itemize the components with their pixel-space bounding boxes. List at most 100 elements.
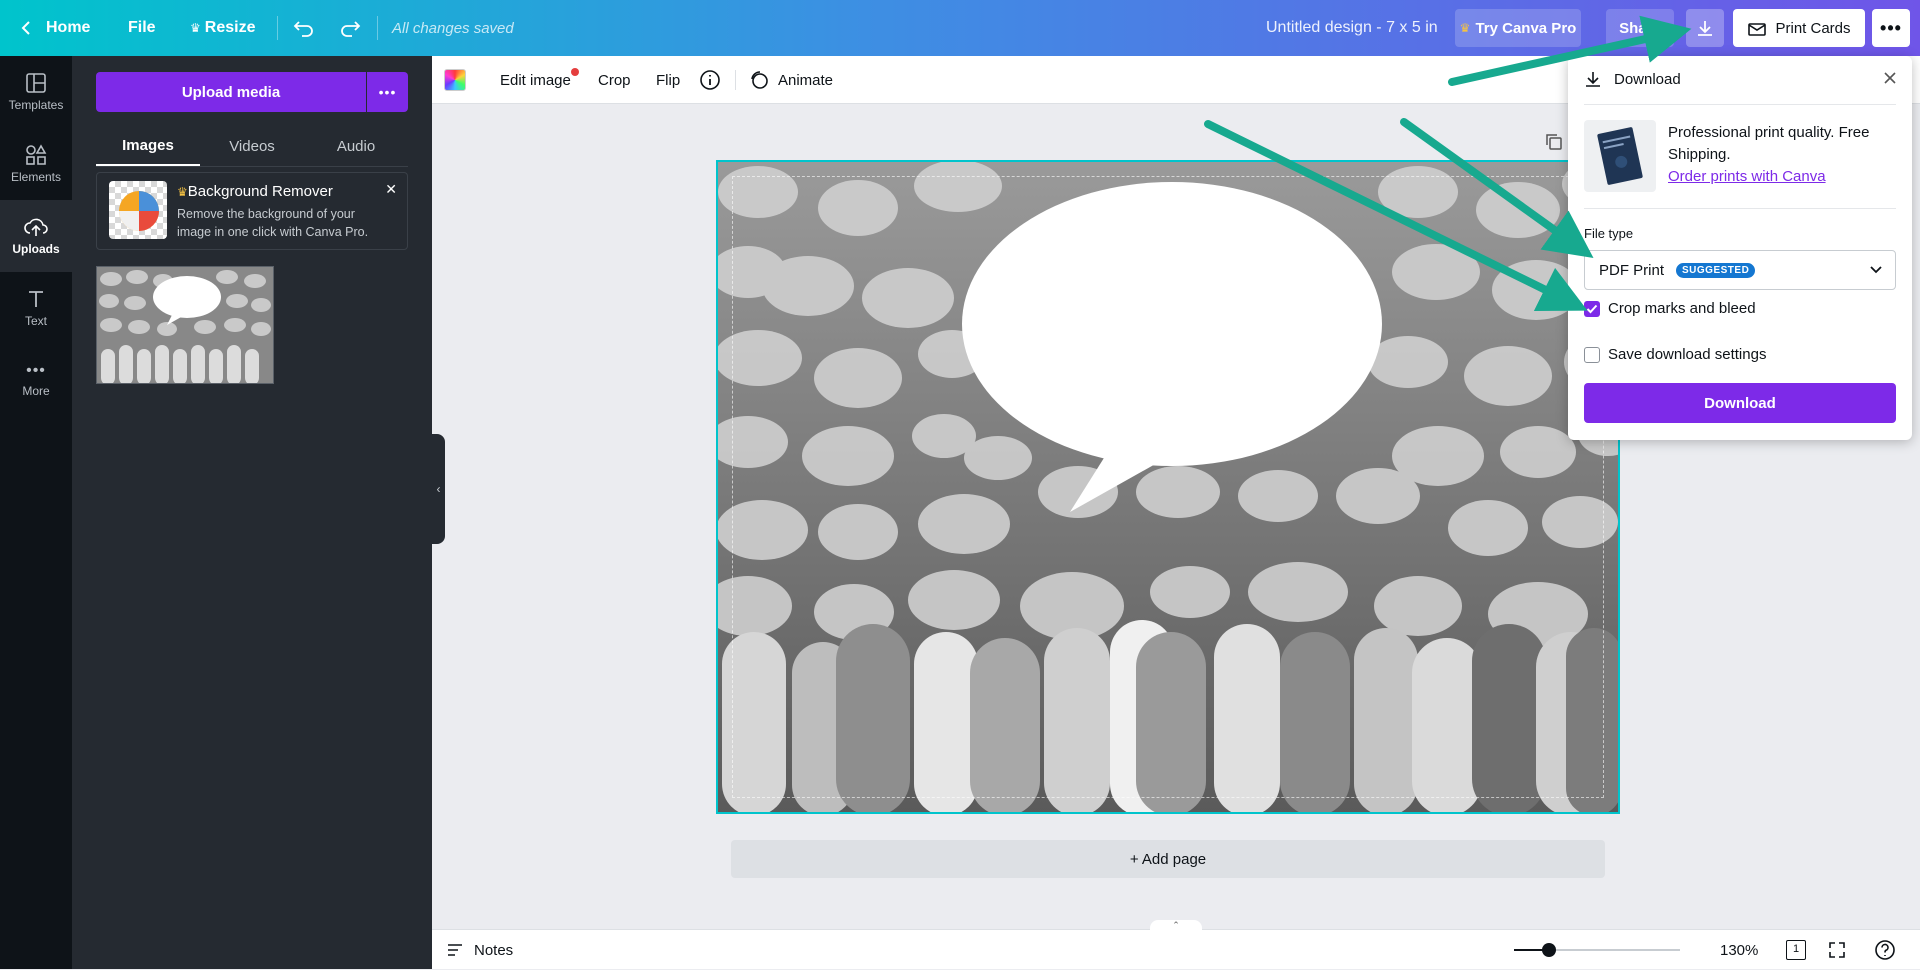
background-remover-promo[interactable]: ♛Background Remover Remove the backgroun… (96, 172, 408, 250)
undo-icon (293, 21, 313, 37)
rail-item-uploads[interactable]: Uploads (0, 200, 72, 272)
chevron-down-icon (1870, 266, 1882, 274)
download-button[interactable] (1686, 9, 1724, 47)
print-promo: Professional print quality. Free Shippin… (1668, 122, 1898, 188)
print-envelope-icon (1748, 23, 1767, 36)
uploads-panel: Upload media ••• Images Videos Audio ♛Ba… (72, 56, 432, 969)
crop-marks-checkbox[interactable] (1584, 301, 1600, 317)
color-swatch-icon (444, 69, 466, 91)
more-dots-icon: ••• (1880, 17, 1902, 38)
redo-button[interactable] (339, 0, 361, 56)
download-panel: Download Professional print quality. Fre… (1568, 56, 1912, 440)
close-icon[interactable] (1882, 70, 1898, 91)
promo-title: ♛Background Remover (177, 183, 333, 200)
chevron-left-icon (21, 21, 30, 35)
rail-label: Uploads (12, 242, 60, 256)
divider (277, 16, 278, 40)
pages-icon: 1 (1786, 940, 1806, 960)
tab-videos[interactable]: Videos (200, 126, 304, 166)
collapse-panel-handle[interactable]: ‹ (432, 434, 445, 544)
animate-button[interactable]: Animate (748, 56, 833, 104)
rail-item-text[interactable]: Text (0, 272, 72, 344)
download-panel-header: Download (1584, 70, 1681, 88)
upload-more-button[interactable]: ••• (367, 72, 408, 112)
download-submit-button[interactable]: Download (1584, 383, 1896, 423)
crop-button[interactable]: Crop (598, 56, 631, 104)
templates-icon (26, 73, 46, 93)
animate-label: Animate (778, 71, 834, 89)
text-icon (29, 291, 43, 307)
edit-image-label: Edit image (500, 71, 571, 89)
copy-page-icon[interactable] (1544, 132, 1564, 157)
home-button[interactable]: Home (20, 0, 90, 56)
tab-audio[interactable]: Audio (304, 126, 408, 166)
try-pro-label: Try Canva Pro (1475, 19, 1577, 37)
upload-media-button[interactable]: Upload media (96, 72, 366, 112)
rail-label: More (22, 384, 50, 398)
animate-icon (751, 71, 768, 89)
scroll-up-handle[interactable]: ⌃ (1150, 920, 1202, 932)
notification-dot-icon (570, 68, 579, 76)
help-icon (1875, 940, 1895, 960)
more-options-button[interactable]: ••• (1872, 9, 1910, 47)
rail-item-elements[interactable]: Elements (0, 128, 72, 200)
divider (1584, 208, 1896, 209)
uploaded-image-thumbnail[interactable] (96, 266, 274, 384)
rail-label: Text (24, 314, 47, 328)
resize-label: Resize (204, 19, 256, 36)
info-icon (700, 70, 720, 90)
color-picker-button[interactable] (444, 56, 466, 104)
zoom-level[interactable]: 130% (1720, 930, 1758, 970)
crop-marks-label[interactable]: Crop marks and bleed (1608, 300, 1756, 317)
tab-images[interactable]: Images (96, 126, 200, 166)
promo-title-text: Background Remover (187, 183, 333, 200)
side-rail: Templates Elements Uploads Text ••• More (0, 56, 72, 969)
tab-divider (96, 166, 408, 167)
design-canvas[interactable] (716, 160, 1620, 814)
bottom-bar: Notes ⌃ 130% 1 (432, 920, 1920, 970)
zoom-slider-thumb[interactable] (1542, 943, 1556, 957)
flip-button[interactable]: Flip (656, 56, 680, 104)
rail-label: Templates (8, 98, 64, 112)
resize-button[interactable]: ♛ Resize (190, 0, 255, 56)
notes-button[interactable]: Notes (446, 930, 513, 970)
page-count: 1 (1792, 943, 1800, 955)
promo-close-icon[interactable]: ✕ (385, 181, 397, 198)
rail-item-templates[interactable]: Templates (0, 56, 72, 128)
page-count-button[interactable]: 1 (1786, 930, 1806, 970)
file-menu[interactable]: File (128, 0, 156, 56)
order-prints-link[interactable]: Order prints with Canva (1668, 166, 1898, 188)
share-button[interactable]: Share (1606, 9, 1674, 47)
divider (1584, 104, 1896, 105)
try-canva-pro-button[interactable]: ♛ Try Canva Pro (1455, 9, 1581, 47)
crown-icon: ♛ (190, 21, 201, 35)
rail-item-more[interactable]: ••• More (0, 344, 72, 416)
download-icon (1698, 21, 1712, 36)
add-page-button[interactable]: + Add page (731, 840, 1605, 878)
fullscreen-button[interactable] (1828, 930, 1846, 970)
zoom-slider[interactable] (1514, 943, 1680, 957)
print-card-thumbnail (1584, 120, 1656, 192)
notes-icon (448, 944, 462, 956)
help-button[interactable] (1874, 930, 1896, 970)
download-panel-title: Download (1614, 70, 1681, 88)
undo-button[interactable] (293, 0, 315, 56)
file-type-select[interactable]: PDF Print SUGGESTED (1584, 250, 1896, 290)
save-settings-label[interactable]: Save download settings (1608, 346, 1766, 363)
info-button[interactable] (699, 56, 721, 104)
crown-icon: ♛ (1459, 21, 1471, 35)
save-settings-checkbox[interactable] (1584, 347, 1600, 363)
print-cards-button[interactable]: Print Cards (1733, 9, 1865, 47)
more-dots-icon: ••• (378, 84, 397, 100)
expand-icon (1829, 942, 1845, 958)
rail-label: Elements (10, 170, 62, 184)
download-icon (1586, 72, 1600, 87)
crown-icon: ♛ (177, 185, 188, 199)
top-bar: Home File ♛ Resize All changes saved Unt… (0, 0, 1920, 56)
print-promo-text: Professional print quality. Free Shippin… (1668, 124, 1870, 163)
design-title[interactable]: Untitled design - 7 x 5 in (1266, 0, 1438, 56)
speech-bubbles-image[interactable] (718, 162, 1620, 814)
divider (735, 70, 736, 90)
uploads-icon (24, 218, 48, 236)
edit-image-button[interactable]: Edit image (500, 56, 579, 104)
